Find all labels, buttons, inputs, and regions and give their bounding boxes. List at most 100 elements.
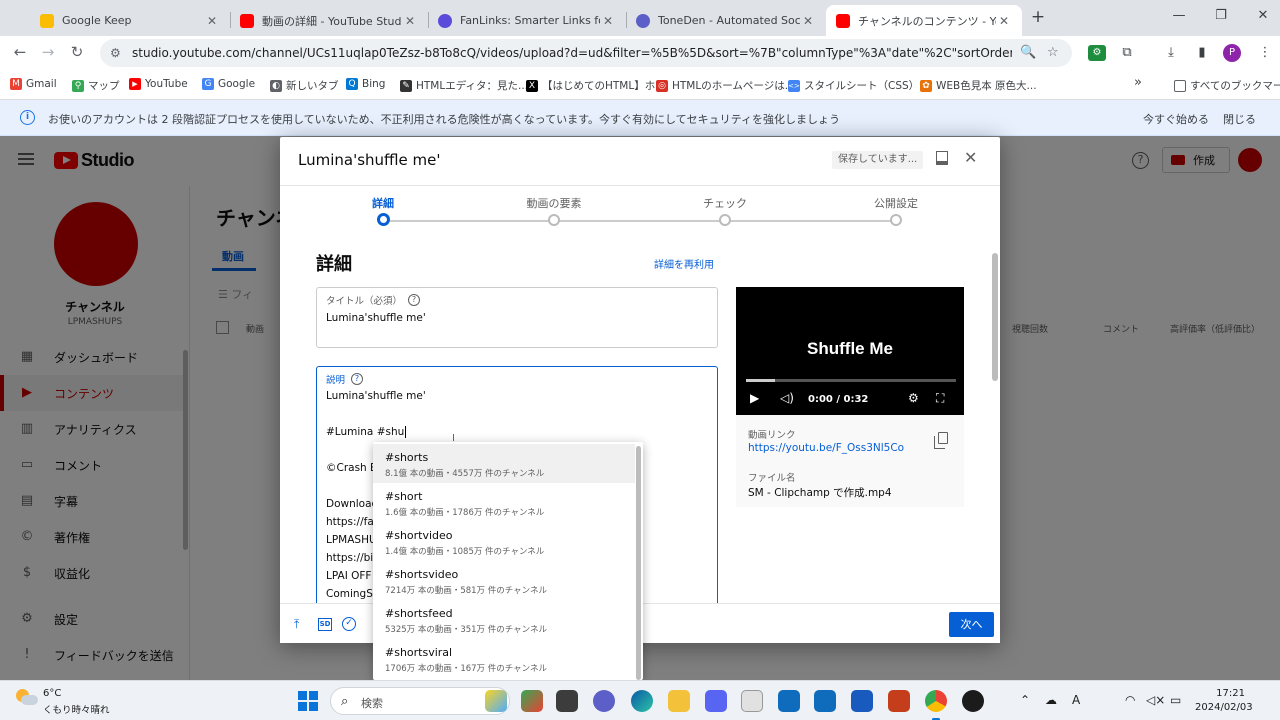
word-icon[interactable] xyxy=(851,690,873,712)
profile-avatar[interactable]: P xyxy=(1223,44,1241,62)
tray-overflow-icon[interactable]: ⌃ xyxy=(1020,693,1030,707)
store-icon[interactable] xyxy=(814,690,836,712)
step-dot-details[interactable] xyxy=(377,213,390,226)
media-player-icon[interactable] xyxy=(741,690,763,712)
close-icon[interactable]: ✕ xyxy=(996,14,1012,28)
edge-icon[interactable] xyxy=(631,690,653,712)
address-bar[interactable]: ⚙ studio.youtube.com/channel/UCs11uqlap0… xyxy=(100,39,1072,67)
video-progress-bar[interactable] xyxy=(746,379,956,382)
download-icon[interactable]: ⤓ xyxy=(1162,45,1180,61)
step-dot-checks[interactable] xyxy=(719,214,731,226)
app-icon[interactable] xyxy=(705,690,727,712)
all-bookmarks-folder[interactable]: すべてのブックマーク xyxy=(1174,78,1280,93)
side-panel-icon[interactable]: ▮ xyxy=(1193,45,1211,61)
volume-icon[interactable]: ◁× xyxy=(1146,693,1165,707)
play-icon[interactable]: ▶ xyxy=(750,391,759,405)
fullscreen-icon[interactable]: ⛶ xyxy=(936,391,944,406)
step-details[interactable]: 詳細 xyxy=(372,195,394,211)
windows-start-icon[interactable] xyxy=(298,691,318,711)
hashtag-option[interactable]: #shortsfeed 5325万 本の動画・351万 件のチャンネル xyxy=(373,600,635,639)
back-button[interactable]: ← xyxy=(10,43,30,61)
hashtag-option[interactable]: #shortvideo 1.4億 本の動画・1085万 件のチャンネル xyxy=(373,522,635,561)
bookmark-star-icon[interactable]: ☆ xyxy=(1047,45,1059,60)
bookmark-html-editor[interactable]: ✎ HTMLエディタ：見た... xyxy=(400,78,528,93)
forward-button[interactable]: → xyxy=(38,43,58,61)
close-icon[interactable]: ✕ xyxy=(600,14,616,28)
close-icon[interactable]: ✕ xyxy=(204,14,220,28)
file-explorer-icon[interactable] xyxy=(668,690,690,712)
system-clock[interactable]: 17:21 2024/02/03 xyxy=(1195,687,1253,715)
hashtag-option[interactable]: #shortsvideo 7214万 本の動画・581万 件のチャンネル xyxy=(373,561,635,600)
bookmark-html-homepage[interactable]: ◎ HTMLのホームページは... xyxy=(656,78,795,93)
app-icon[interactable] xyxy=(521,690,543,712)
powerpoint-icon[interactable] xyxy=(888,690,910,712)
bookmark-maps[interactable]: ⚲ マップ xyxy=(72,78,120,93)
new-tab-button[interactable]: + xyxy=(1028,8,1048,28)
close-icon[interactable]: ✕ xyxy=(402,14,418,28)
sd-badge-icon[interactable]: SD xyxy=(318,618,332,631)
bookmark-css[interactable]: <> スタイルシート（CSS）... xyxy=(788,78,929,93)
wifi-icon[interactable]: ◠ xyxy=(1125,693,1135,707)
copilot-icon[interactable] xyxy=(485,690,507,712)
mail-icon[interactable] xyxy=(778,690,800,712)
banner-close-link[interactable]: 閉じる xyxy=(1223,111,1256,127)
bookmark-youtube[interactable]: ▶ YouTube xyxy=(129,78,188,90)
cloud-icon[interactable]: ☁ xyxy=(1045,693,1057,707)
close-icon[interactable]: ✕ xyxy=(964,148,977,167)
feedback-flag-icon[interactable] xyxy=(936,151,948,165)
dropdown-scrollbar[interactable] xyxy=(636,446,641,680)
chrome-icon[interactable] xyxy=(925,690,947,712)
tab-fanlinks[interactable]: FanLinks: Smarter Links for Mus ✕ xyxy=(428,5,626,36)
bookmark-hajimete-html[interactable]: X 【はじめてのHTML】ホ... xyxy=(526,78,665,93)
extension-icon[interactable]: ⚙ xyxy=(1088,45,1106,61)
bookmark-gmail[interactable]: M Gmail xyxy=(10,78,57,90)
weather-icon[interactable] xyxy=(16,689,38,707)
video-player[interactable]: Shuffle Me ▶ ◁) 0:00 / 0:32 ⚙ ⛶ xyxy=(736,287,964,415)
tab-toneden[interactable]: ToneDen - Automated Social M ✕ xyxy=(626,5,826,36)
bookmark-bing[interactable]: Q Bing xyxy=(346,78,385,90)
settings-gear-icon[interactable]: ⚙ xyxy=(908,391,919,405)
site-info-icon[interactable]: ⚙ xyxy=(110,46,121,60)
battery-icon[interactable]: ▭ xyxy=(1170,693,1181,707)
bookmarks-overflow-button[interactable]: » xyxy=(1134,75,1142,90)
taskbar-search[interactable]: ⌕ 検索 xyxy=(330,687,510,715)
step-dot-elements[interactable] xyxy=(548,214,560,226)
minimize-button[interactable]: — xyxy=(1168,8,1190,23)
start-now-link[interactable]: 今すぐ始める xyxy=(1143,111,1209,127)
help-icon[interactable]: ? xyxy=(351,373,364,385)
upload-icon[interactable]: ⤒ xyxy=(294,617,299,632)
teams-icon[interactable] xyxy=(593,690,615,712)
font-icon[interactable]: A xyxy=(1072,693,1080,707)
dialog-scrollbar[interactable] xyxy=(992,253,998,381)
menu-kebab-icon[interactable]: ⋮ xyxy=(1256,45,1274,61)
extensions-puzzle-icon[interactable]: ⧉ xyxy=(1118,45,1136,61)
window-close-button[interactable]: ✕ xyxy=(1252,8,1274,23)
video-link[interactable]: https://youtu.be/F_Oss3Nl5Co xyxy=(748,442,904,454)
weather-description[interactable]: くもり時々晴れ xyxy=(43,702,110,716)
tab-channel-content[interactable]: チャンネルのコンテンツ - YouTube S ✕ xyxy=(826,5,1022,36)
app-icon[interactable] xyxy=(962,690,984,712)
bookmark-newtab[interactable]: ◐ 新しいタブ xyxy=(270,78,339,93)
step-elements[interactable]: 動画の要素 xyxy=(527,195,582,211)
tab-studio-details[interactable]: 動画の詳細 - YouTube Studio ✕ xyxy=(230,5,428,36)
reload-button[interactable]: ↻ xyxy=(67,43,87,61)
hashtag-option[interactable]: #shorts 8.1億 本の動画・4557万 件のチャンネル xyxy=(373,444,635,483)
step-checks[interactable]: チェック xyxy=(703,195,747,211)
tab-google-keep[interactable]: Google Keep ✕ xyxy=(30,5,230,36)
bookmark-web-colors[interactable]: ✿ WEB色見本 原色大... xyxy=(920,78,1037,93)
help-icon[interactable]: ? xyxy=(408,294,421,306)
zoom-icon[interactable]: 🔍 xyxy=(1020,45,1036,60)
copy-icon[interactable] xyxy=(934,432,948,449)
next-button[interactable]: 次へ xyxy=(949,612,994,637)
volume-icon[interactable]: ◁) xyxy=(780,391,794,405)
terminal-icon[interactable] xyxy=(556,690,578,712)
reuse-details-link[interactable]: 詳細を再利用 xyxy=(654,256,714,271)
hashtag-option[interactable]: #shortsviral 1706万 本の動画・167万 件のチャンネル xyxy=(373,639,635,678)
title-field[interactable]: タイトル（必須）? Lumina'shuffle me' xyxy=(316,287,718,348)
hashtag-option[interactable]: #short 1.6億 本の動画・1786万 件のチャンネル xyxy=(373,483,635,522)
weather-temperature[interactable]: 6°C xyxy=(43,688,61,699)
step-visibility[interactable]: 公開設定 xyxy=(874,195,918,211)
bookmark-google[interactable]: G Google xyxy=(202,78,255,90)
check-circle-icon[interactable]: ✓ xyxy=(342,617,356,631)
step-dot-visibility[interactable] xyxy=(890,214,902,226)
